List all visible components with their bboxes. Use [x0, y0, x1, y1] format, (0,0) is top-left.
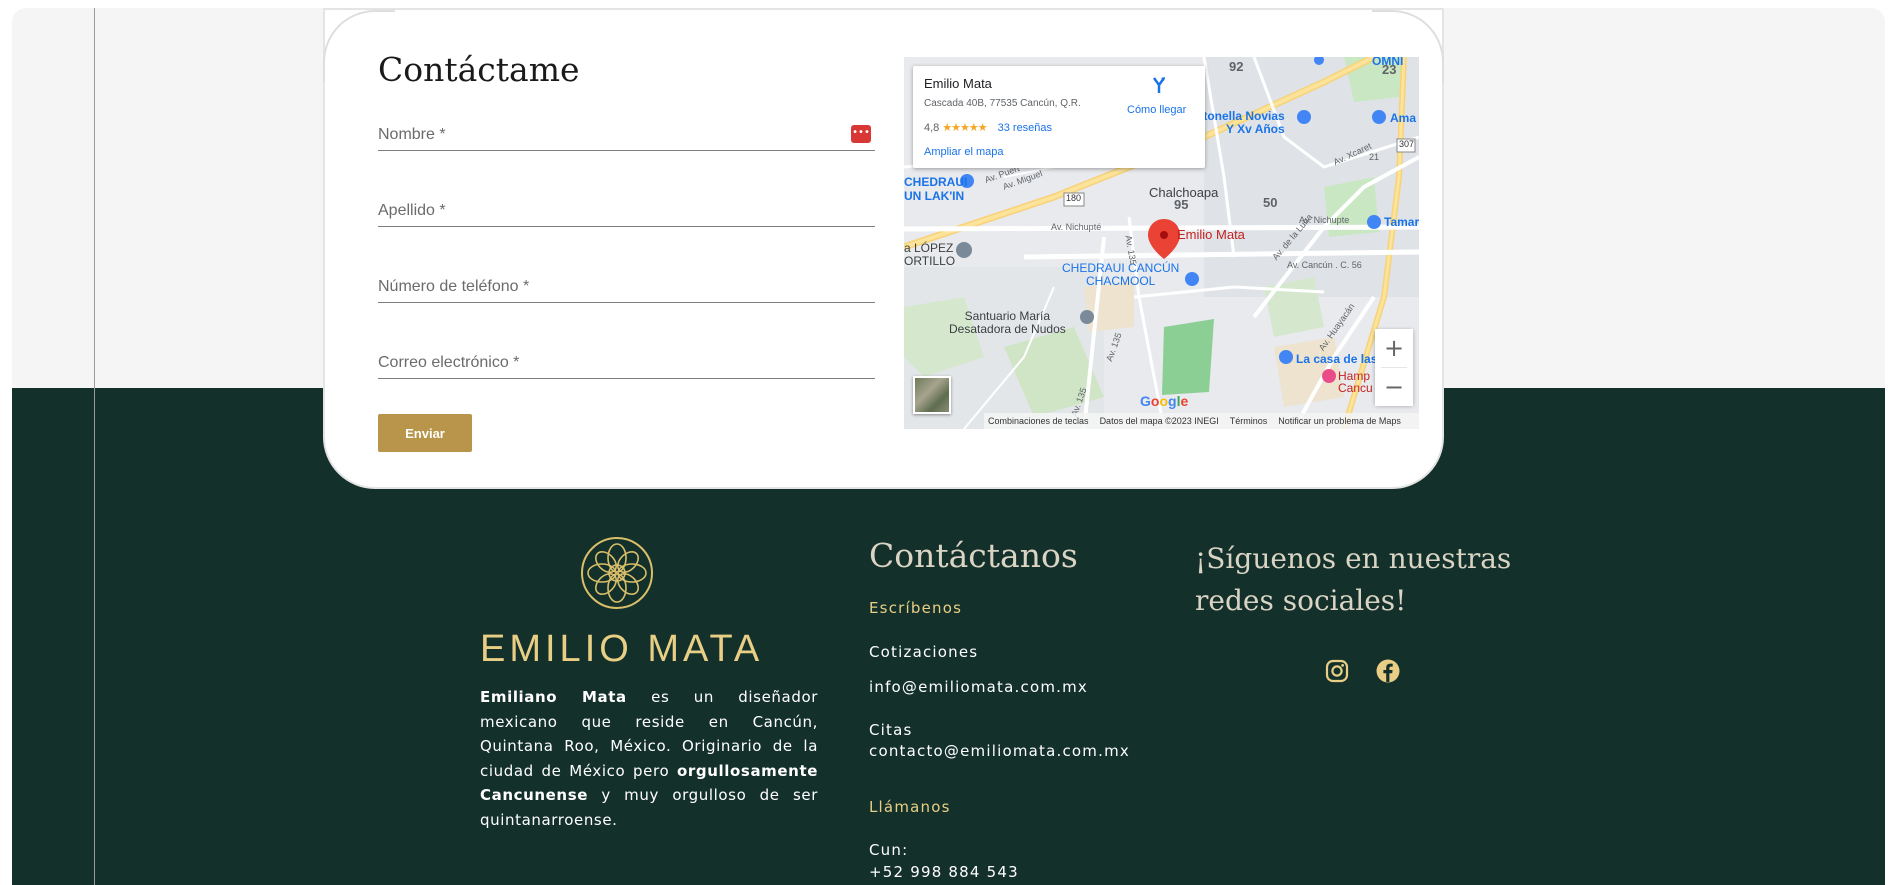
password-manager-icon[interactable]: •••	[851, 125, 871, 143]
contact-section-title: Contáctanos	[869, 536, 1078, 575]
about-bold-name: Emiliano Mata	[480, 688, 627, 706]
map-info-window: Emilio Mata Cascada 40B, 77535 Cancún, Q…	[913, 66, 1205, 168]
map-info-name: Emilio Mata	[924, 76, 992, 91]
map-label-chedraui-chacmool: CHEDRAUI CANCÚN CHACMOOL	[1062, 261, 1180, 288]
map-label-21: 21	[1369, 152, 1380, 162]
social-title-line-1: ¡Síguenos en nuestras	[1195, 542, 1512, 575]
map-label-chedraui-top: CHEDRAUI	[904, 175, 968, 189]
social-section-title: ¡Síguenos en nuestras redes sociales!	[1195, 538, 1511, 622]
map-label-hamp: Hamp Cancu	[1338, 369, 1373, 395]
map-label-lakin: UN LAK'IN	[904, 189, 965, 203]
map-info-address: Cascada 40B, 77535 Cancún, Q.R.	[924, 98, 1081, 109]
map-label-307: 307	[1399, 139, 1415, 149]
map-label-lopez: a LÓPEZ ORTILLO	[904, 241, 956, 268]
first-name-field: •••	[378, 105, 875, 151]
map-label-cancun-c56: Av. Cancún . C. 56	[1287, 260, 1362, 270]
last-name-input[interactable]	[378, 181, 875, 226]
email-input[interactable]	[378, 333, 875, 378]
embedded-map[interactable]: CHEDRAUI UN LAK'IN Chalchoapa Emilio Mat…	[904, 57, 1419, 429]
call-us-label: Llámanos	[869, 798, 951, 816]
left-guide-line	[94, 8, 95, 885]
send-button[interactable]: Enviar	[378, 414, 472, 452]
map-info-reviews-link[interactable]: 33 reseñas	[998, 122, 1052, 134]
map-label-antonella: ntonella Novias Y Xv Años	[1196, 109, 1285, 136]
map-label-pin: Emilio Mata	[1177, 227, 1245, 242]
brand-name: EMILIO MATA	[480, 628, 764, 670]
zoom-out-button[interactable]: −	[1375, 368, 1413, 406]
map-info-stars: ★★★★★	[942, 122, 987, 134]
map-label-180: 180	[1066, 193, 1082, 203]
map-label-50: 50	[1263, 195, 1278, 210]
map-label-95: 95	[1174, 197, 1189, 212]
map-label-tamar: Tamar	[1384, 215, 1419, 229]
appointments-label: Citas	[869, 721, 913, 739]
email-field	[378, 333, 875, 379]
zoom-in-button[interactable]: +	[1375, 329, 1413, 367]
directions-icon[interactable]	[1149, 75, 1169, 95]
phone-link[interactable]: +52 998 884 543	[869, 863, 1019, 881]
map-label-ama: Ama	[1390, 111, 1417, 125]
city-label: Cun:	[869, 841, 909, 859]
appointments-email-link[interactable]: contacto@emiliomata.com.mx	[869, 742, 1130, 760]
quotes-label: Cotizaciones	[869, 643, 979, 661]
last-name-field	[378, 181, 875, 227]
map-label-omni: OMNI	[1372, 57, 1404, 68]
report-problem-link[interactable]: Notificar un problema de Maps	[1278, 416, 1401, 426]
page: Contáctame ••• Enviar	[12, 8, 1885, 885]
google-logo: Google	[1140, 393, 1189, 409]
phone-input[interactable]	[378, 257, 875, 302]
facebook-icon[interactable]	[1375, 658, 1401, 684]
map-data-text: Datos del mapa ©2023 INEGI	[1099, 416, 1219, 426]
keyboard-shortcuts-link[interactable]: Combinaciones de teclas	[988, 416, 1089, 426]
enlarge-map-link[interactable]: Ampliar el mapa	[924, 146, 1003, 158]
map-info-rating-row: 4,8 ★★★★★ 33 reseñas	[924, 121, 1052, 134]
terms-link[interactable]: Términos	[1230, 416, 1268, 426]
map-label-santuario: Santuario María Desatadora de Nudos	[949, 309, 1066, 336]
map-label-casa: La casa de las	[1296, 352, 1378, 366]
map-label-nichupte-1: Av. Nichupté	[1051, 222, 1102, 232]
first-name-input[interactable]	[378, 105, 875, 150]
social-title-line-2: redes sociales!	[1195, 584, 1407, 617]
map-label-23: 23	[1382, 62, 1397, 77]
emilio-mata-logo-icon	[581, 537, 653, 609]
about-text: Emiliano Mata es un diseñador mexicano q…	[480, 685, 818, 832]
phone-field	[378, 257, 875, 303]
map-attribution: Combinaciones de teclas Datos del mapa ©…	[984, 413, 1419, 429]
write-us-label: Escríbenos	[869, 599, 963, 617]
map-zoom-controls: + −	[1375, 329, 1413, 406]
contact-form-title: Contáctame	[378, 50, 580, 89]
map-info-rating: 4,8	[924, 122, 940, 134]
directions-link[interactable]: Cómo llegar	[1127, 104, 1186, 116]
map-label-92: 92	[1229, 59, 1244, 74]
contact-card: Contáctame ••• Enviar	[323, 8, 1444, 489]
instagram-icon[interactable]	[1324, 658, 1350, 684]
quotes-email-link[interactable]: info@emiliomata.com.mx	[869, 678, 1088, 696]
satellite-toggle[interactable]	[913, 376, 951, 414]
